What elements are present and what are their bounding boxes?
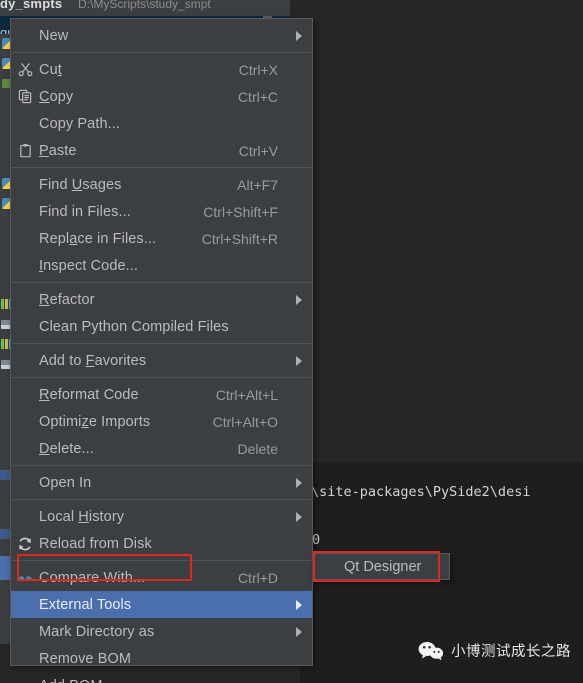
- menu-item-label: Copy: [39, 88, 74, 105]
- screen: dy_smpts D:\MyScripts\study_smpt gui obn…: [0, 0, 583, 683]
- menu-item-label: Cut: [39, 61, 62, 78]
- project-titlebar: dy_smpts D:\MyScripts\study_smpt: [0, 0, 290, 16]
- menu-item-shortcut: Ctrl+Shift+R: [201, 230, 278, 247]
- menu-item-label: Compare With...: [39, 569, 146, 586]
- menu-item-label: Paste: [39, 142, 77, 159]
- menu-item-label: New: [39, 27, 69, 44]
- menu-item-label: Copy Path...: [39, 115, 120, 132]
- menu-item-local-history[interactable]: Local History: [11, 503, 312, 530]
- menu-item-add-bom[interactable]: Add BOM: [11, 672, 312, 683]
- menu-item-shortcut: Ctrl+Alt+O: [212, 413, 278, 430]
- menu-item-label: Optimize Imports: [39, 413, 151, 430]
- chevron-right-icon: [288, 355, 302, 366]
- menu-item-shortcut: Ctrl+V: [238, 142, 278, 159]
- console-line-path: \site-packages\PySide2\desi: [311, 484, 531, 500]
- menu-item-label: Find Usages: [39, 176, 122, 193]
- menu-item-new[interactable]: New: [11, 22, 312, 49]
- menu-item-copy[interactable]: Copy Ctrl+C: [11, 83, 312, 110]
- menu-item-label: Find in Files...: [39, 203, 131, 220]
- menu-item-label: Inspect Code...: [39, 257, 139, 274]
- external-tools-submenu[interactable]: Qt Designer: [313, 553, 450, 580]
- copy-icon: [11, 89, 39, 104]
- menu-item-shortcut: Ctrl+X: [238, 61, 278, 78]
- menu-item-reformat-code[interactable]: Reformat Code Ctrl+Alt+L: [11, 381, 312, 408]
- menu-item-cut[interactable]: Cut Ctrl+X: [11, 56, 312, 83]
- scissors-icon: [11, 62, 39, 77]
- menu-item-replace-in-files[interactable]: Replace in Files... Ctrl+Shift+R: [11, 225, 312, 252]
- menu-separator: [12, 499, 311, 500]
- menu-item-label: External Tools: [39, 596, 132, 613]
- menu-item-shortcut: Delete: [237, 440, 278, 457]
- menu-item-paste[interactable]: Paste Ctrl+V: [11, 137, 312, 164]
- compare-icon: [11, 570, 39, 586]
- menu-item-reload-from-disk[interactable]: Reload from Disk: [11, 530, 312, 557]
- menu-item-label: Local History: [39, 508, 125, 525]
- menu-separator: [12, 167, 311, 168]
- menu-item-label: Clean Python Compiled Files: [39, 318, 229, 335]
- menu-separator: [12, 282, 311, 283]
- menu-item-shortcut: Ctrl+Alt+L: [215, 386, 278, 403]
- menu-item-shortcut: Ctrl+D: [237, 569, 278, 586]
- chevron-right-icon: [288, 294, 302, 305]
- menu-item-inspect-code[interactable]: Inspect Code...: [11, 252, 312, 279]
- menu-item-open-in[interactable]: Open In: [11, 469, 312, 496]
- menu-separator: [12, 560, 311, 561]
- menu-item-clean-pyc[interactable]: Clean Python Compiled Files: [11, 313, 312, 340]
- console-line-exitcode: 0: [312, 532, 321, 548]
- paste-icon: [11, 143, 39, 158]
- wechat-icon: [418, 641, 444, 660]
- context-menu[interactable]: New Cut Ctrl+X Copy Ctrl+C Copy Path... Paste C…: [10, 18, 313, 683]
- menu-item-label: Open In: [39, 474, 92, 491]
- menu-item-optimize-imports[interactable]: Optimize Imports Ctrl+Alt+O: [11, 408, 312, 435]
- menu-item-find-usages[interactable]: Find Usages Alt+F7: [11, 171, 312, 198]
- menu-item-label: Delete...: [39, 440, 94, 457]
- menu-separator: [12, 52, 311, 53]
- menu-item-refactor[interactable]: Refactor: [11, 286, 312, 313]
- menu-item-delete[interactable]: Delete... Delete: [11, 435, 312, 462]
- menu-item-label: Reload from Disk: [39, 535, 152, 552]
- menu-separator: [12, 343, 311, 344]
- chevron-right-icon: [288, 477, 302, 488]
- menu-item-shortcut: Ctrl+C: [237, 88, 278, 105]
- project-name: dy_smpts: [0, 0, 63, 11]
- menu-item-label: Add to Favorites: [39, 352, 147, 369]
- menu-item-copy-path[interactable]: Copy Path...: [11, 110, 312, 137]
- menu-item-remove-bom[interactable]: Remove BOM: [11, 645, 312, 672]
- submenu-item-qt-designer[interactable]: Qt Designer: [314, 559, 421, 575]
- menu-item-label: Mark Directory as: [39, 623, 155, 640]
- menu-item-find-in-files[interactable]: Find in Files... Ctrl+Shift+F: [11, 198, 312, 225]
- menu-item-mark-directory-as[interactable]: Mark Directory as: [11, 618, 312, 645]
- menu-item-label: Remove BOM: [39, 650, 132, 667]
- menu-item-label: Replace in Files...: [39, 230, 157, 247]
- menu-item-label: Refactor: [39, 291, 95, 308]
- watermark: 小博测试成长之路: [418, 640, 571, 661]
- menu-item-add-to-favorites[interactable]: Add to Favorites: [11, 347, 312, 374]
- watermark-text: 小博测试成长之路: [451, 644, 571, 660]
- chevron-right-icon: [288, 599, 302, 610]
- menu-item-external-tools[interactable]: External Tools: [11, 591, 312, 618]
- menu-separator: [12, 465, 311, 466]
- reload-icon: [11, 536, 39, 552]
- menu-item-shortcut: Alt+F7: [237, 176, 278, 193]
- menu-item-shortcut: Ctrl+Shift+F: [203, 203, 278, 220]
- chevron-right-icon: [288, 511, 302, 522]
- menu-item-label: Reformat Code: [39, 386, 139, 403]
- chevron-right-icon: [288, 626, 302, 637]
- chevron-right-icon: [288, 30, 302, 41]
- menu-separator: [12, 377, 311, 378]
- menu-item-compare-with[interactable]: Compare With... Ctrl+D: [11, 564, 312, 591]
- project-path: D:\MyScripts\study_smpt: [78, 0, 211, 11]
- menu-item-label: Add BOM: [39, 678, 278, 683]
